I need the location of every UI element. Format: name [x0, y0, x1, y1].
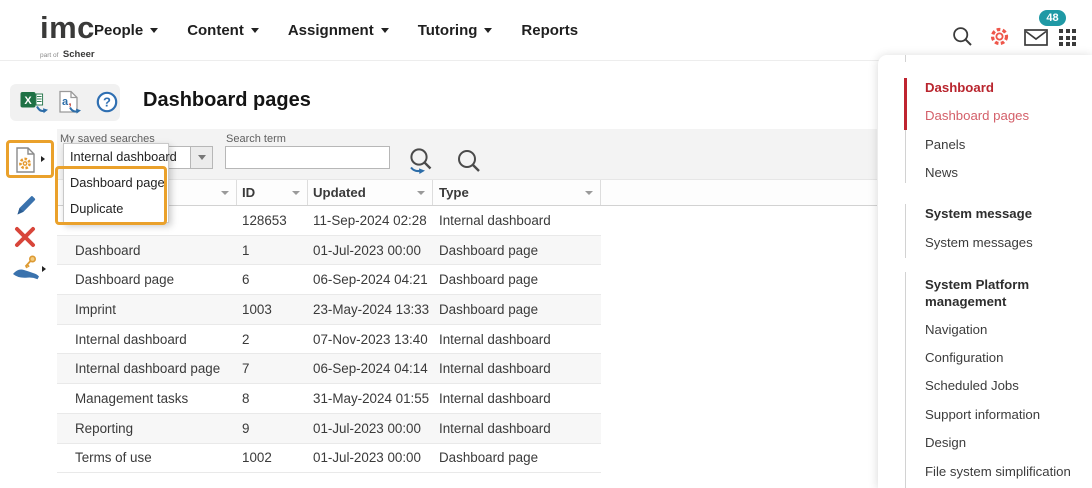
mail-icon[interactable] [1024, 29, 1048, 52]
main-navigation: People Content Assignment Tutoring Repor… [88, 0, 584, 60]
nav-item-reports[interactable]: Reports [515, 16, 584, 45]
sidebar-active-rail [904, 78, 907, 130]
logo-text: imc [40, 12, 95, 43]
sidebar-item-system-messages[interactable]: System messages [925, 235, 1033, 250]
help-icon[interactable]: ? [95, 90, 119, 119]
page-toolbar: X a , ? [10, 84, 120, 121]
sidebar-item-news[interactable]: News [925, 165, 958, 180]
export-file-icon[interactable]: a , [57, 90, 84, 121]
create-page-button[interactable] [13, 146, 39, 179]
sidebar-item-support-information[interactable]: Support information [925, 407, 1040, 422]
sidebar-item-dashboard-pages[interactable]: Dashboard pages [925, 108, 1029, 123]
sidebar-item-file-system-simplification[interactable]: File system simplification [925, 464, 1071, 479]
menu-item-dashboard-page[interactable]: Dashboard page [64, 170, 168, 196]
table-row[interactable]: Internal dashboard 2 07-Nov-2023 13:40 I… [57, 325, 601, 355]
column-header-filler [601, 180, 877, 205]
filter-dropdown-icon[interactable] [292, 191, 300, 195]
sidebar-rail [905, 55, 907, 62]
table-row[interactable]: Internal dashboard page 7 06-Sep-2024 04… [57, 354, 601, 384]
svg-text:X: X [24, 95, 32, 107]
imc-logo: imc part of Scheer [40, 12, 95, 61]
chevron-down-icon [150, 28, 158, 33]
table-row[interactable]: Management tasks 8 31-May-2024 01:55 Int… [57, 384, 601, 414]
sidebar-item-navigation[interactable]: Navigation [925, 322, 987, 337]
column-header-updated[interactable]: Updated [308, 180, 433, 205]
select-dropdown-button[interactable] [190, 147, 212, 168]
assign-permissions-button[interactable] [11, 254, 43, 287]
sidebar-item-design[interactable]: Design [925, 435, 966, 450]
edit-button[interactable] [13, 192, 37, 223]
chevron-down-icon [198, 155, 206, 160]
column-header-type[interactable]: Type [433, 180, 601, 205]
sidebar-section-system-message[interactable]: System message [925, 206, 1032, 221]
column-header-id[interactable]: ID [237, 180, 308, 205]
menu-item-duplicate[interactable]: Duplicate [64, 196, 168, 222]
admin-sidebar: Dashboard Dashboard pages Panels News Sy… [878, 55, 1092, 488]
create-page-context-menu: Internal dashboard Dashboard page Duplic… [63, 143, 169, 223]
gear-icon[interactable] [988, 25, 1011, 53]
chevron-right-icon [42, 266, 46, 272]
nav-item-tutoring[interactable]: Tutoring [412, 16, 499, 45]
search-term-input[interactable] [225, 146, 390, 169]
sidebar-rail [905, 272, 907, 488]
nav-item-people[interactable]: People [88, 16, 164, 45]
sidebar-section-dashboard[interactable]: Dashboard [925, 80, 994, 95]
filter-dropdown-icon[interactable] [585, 191, 593, 195]
run-saved-search-icon[interactable] [406, 146, 436, 181]
table-row[interactable]: Dashboard page 6 06-Sep-2024 04:21 Dashb… [57, 265, 601, 295]
sidebar-item-panels[interactable]: Panels [925, 137, 965, 152]
sidebar-item-scheduled-jobs[interactable]: Scheduled Jobs [925, 378, 1019, 393]
svg-text:,: , [68, 96, 71, 108]
table-header-row: ID Updated Type [57, 179, 877, 206]
nav-item-assignment[interactable]: Assignment [282, 16, 395, 45]
logo-subtext: part of Scheer [40, 45, 95, 61]
table-row[interactable]: Dashboard 1 01-Jul-2023 00:00 Dashboard … [57, 236, 601, 266]
delete-button[interactable] [13, 225, 37, 254]
sidebar-rail [905, 204, 907, 258]
filter-dropdown-icon[interactable] [221, 191, 229, 195]
search-icon[interactable] [952, 26, 973, 52]
search-submit-icon[interactable] [456, 148, 482, 179]
sidebar-rail [905, 130, 907, 183]
svg-text:?: ? [103, 95, 111, 110]
search-term-label: Search term [226, 133, 286, 145]
filter-dropdown-icon[interactable] [417, 191, 425, 195]
app-window: imc part of Scheer People Content Assign… [0, 0, 1092, 488]
nav-item-content[interactable]: Content [181, 16, 265, 45]
mail-badge: 48 [1039, 10, 1066, 26]
table-row[interactable]: Reporting 9 01-Jul-2023 00:00 Internal d… [57, 414, 601, 444]
table-body: Bookshelf 128653 11-Sep-2024 02:28 Inter… [57, 206, 601, 473]
sidebar-item-configuration[interactable]: Configuration [925, 350, 1003, 365]
chevron-down-icon [484, 28, 492, 33]
page-title: Dashboard pages [143, 89, 311, 112]
top-header-bar: imc part of Scheer People Content Assign… [0, 0, 1092, 61]
export-excel-icon[interactable]: X [20, 89, 49, 121]
table-row[interactable]: Terms of use 1002 01-Jul-2023 00:00 Dash… [57, 444, 601, 474]
table-row[interactable]: Imprint 1003 23-May-2024 13:33 Dashboard… [57, 295, 601, 325]
chevron-down-icon [251, 28, 259, 33]
chevron-down-icon [381, 28, 389, 33]
app-grid-icon[interactable] [1059, 29, 1076, 46]
chevron-right-icon [41, 156, 45, 162]
menu-item-internal-dashboard[interactable]: Internal dashboard [64, 144, 168, 170]
sidebar-section-system-platform-management[interactable]: System Platform management [925, 276, 1065, 310]
